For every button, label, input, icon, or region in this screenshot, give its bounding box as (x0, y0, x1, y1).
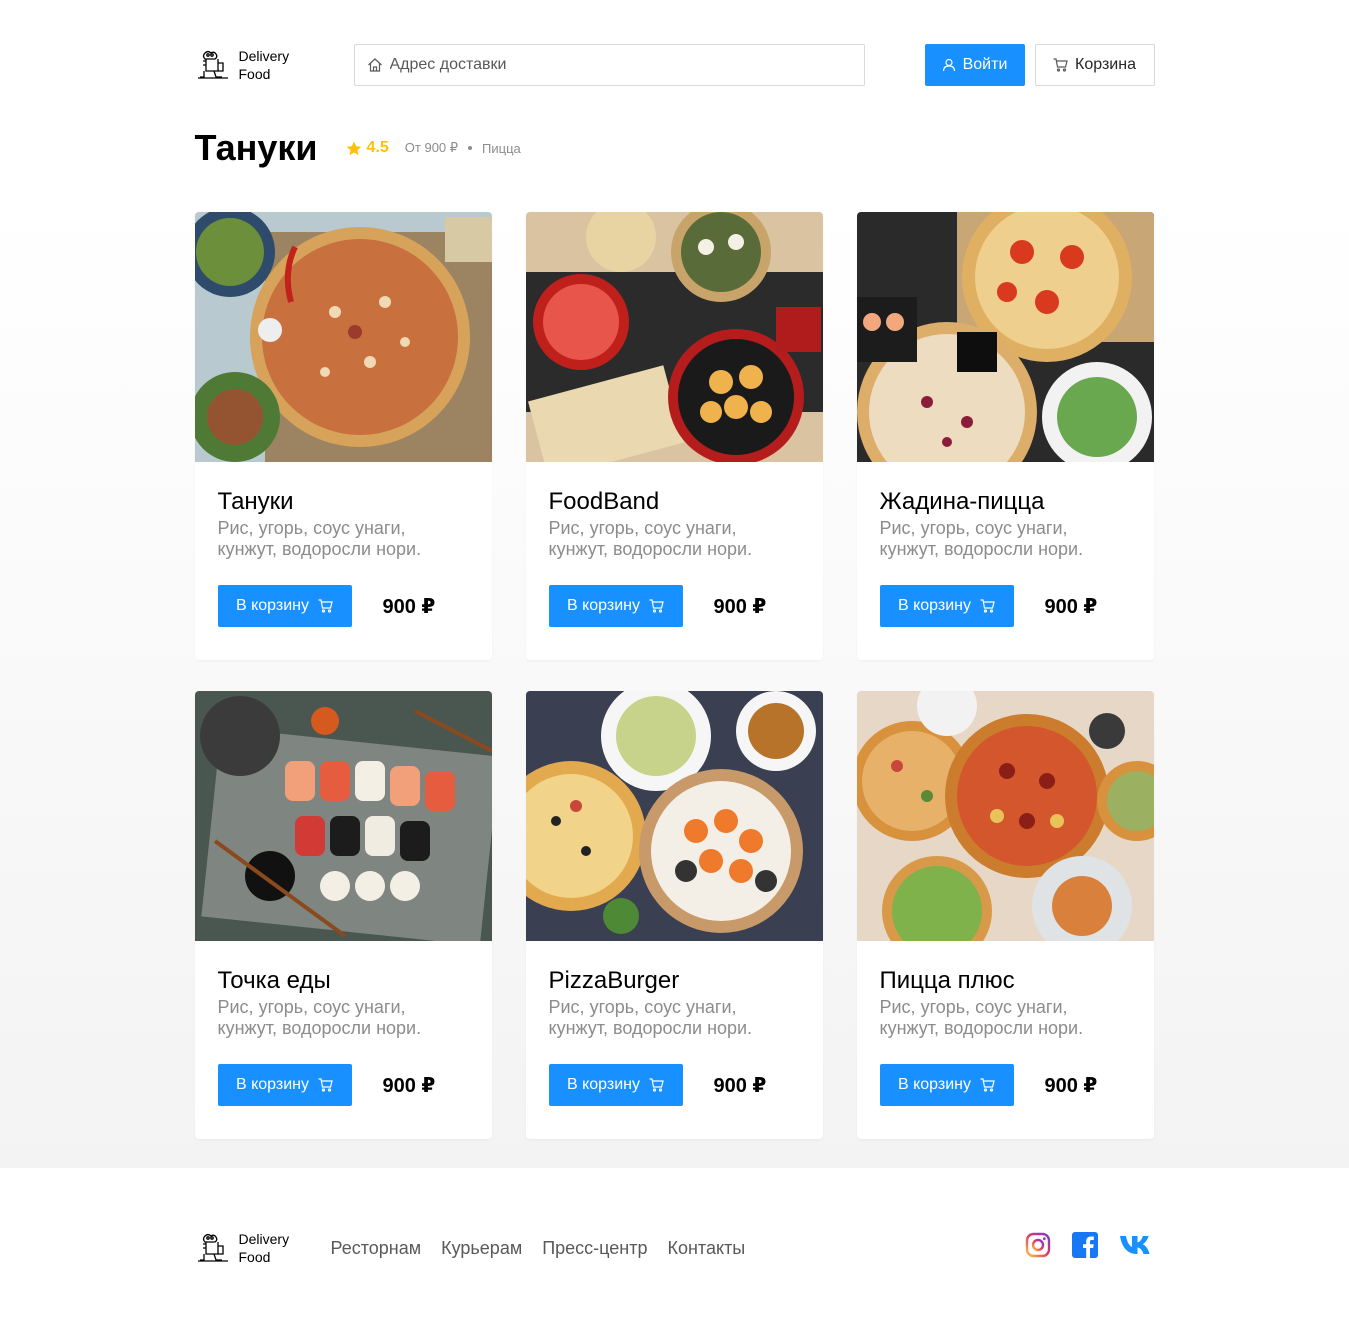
cart-button-label: Корзина (1075, 56, 1136, 73)
card-price: 900 ₽ (1044, 1074, 1098, 1097)
pizzas-photo (856, 691, 1154, 941)
address-field[interactable] (353, 44, 865, 86)
logo-text-line2: Food (238, 1249, 271, 1265)
price-from: От 900 ₽ (404, 140, 459, 155)
shopping-cart-icon (649, 1078, 664, 1092)
card-description: Рис, угорь, соус унаги, кунжут, водоросл… (548, 518, 753, 559)
logo-text-line1: Delivery (238, 1231, 290, 1247)
shopping-cart-icon (980, 599, 995, 613)
card-description: Рис, угорь, соус унаги, кунжут, водоросл… (879, 997, 1084, 1038)
pizza-sushi-photo (856, 212, 1154, 462)
card-description: Рис, угорь, соус унаги, кунжут, водоросл… (548, 997, 753, 1038)
product-card: FoodBand Рис, угорь, соус унаги, кунжут,… (525, 212, 823, 660)
shopping-cart-icon (649, 599, 664, 613)
product-card: Пицца плюс Рис, угорь, соус унаги, кунжу… (856, 691, 1154, 1139)
restaurant-title: Тануки (194, 127, 318, 168)
card-description: Рис, угорь, соус унаги, кунжут, водоросл… (217, 997, 422, 1038)
vk-icon[interactable] (1119, 1234, 1155, 1261)
product-card: Точка еды Рис, угорь, соус унаги, кунжут… (194, 691, 492, 1139)
card-title: Точка еды (217, 967, 331, 994)
logo[interactable]: Delivery Food (195, 44, 299, 86)
card-price: 900 ₽ (713, 595, 767, 618)
pizza-rolls-photo (525, 691, 823, 941)
login-button[interactable]: Войти (924, 44, 1025, 86)
shopping-cart-icon (1053, 58, 1068, 72)
add-to-cart-button[interactable]: В корзину (548, 1064, 683, 1106)
cart-button[interactable]: Корзина (1034, 44, 1155, 86)
shopping-cart-icon (318, 599, 333, 613)
product-card: Тануки Рис, угорь, соус унаги, кунжут, в… (194, 212, 492, 660)
card-title: PizzaBurger (548, 967, 680, 994)
user-icon (942, 58, 955, 72)
star-icon (346, 141, 361, 155)
shopping-cart-icon (980, 1078, 995, 1092)
add-to-cart-label: В корзину (897, 597, 972, 614)
logo-text-line2: Food (238, 66, 271, 82)
add-to-cart-button[interactable]: В корзину (879, 585, 1014, 627)
add-to-cart-label: В корзину (566, 1076, 641, 1093)
logo-text-line1: Delivery (238, 48, 290, 64)
add-to-cart-label: В корзину (897, 1076, 972, 1093)
add-to-cart-label: В корзину (235, 597, 310, 614)
card-title: Пицца плюс (879, 967, 1015, 994)
footer-links: Ресторнам Курьерам Пресс-центр Контакты (331, 1238, 766, 1258)
separator-dot (468, 146, 473, 150)
card-price: 900 ₽ (382, 595, 436, 618)
home-icon (367, 58, 382, 72)
footer-link-restaurants[interactable]: Ресторнам (331, 1238, 422, 1258)
add-to-cart-label: В корзину (566, 597, 641, 614)
delivery-logo-icon (197, 50, 228, 79)
card-title: Жадина-пицца (879, 488, 1045, 515)
address-input[interactable] (389, 56, 850, 74)
footer-link-couriers[interactable]: Курьерам (441, 1238, 522, 1258)
card-title: Тануки (217, 488, 294, 515)
dim-sum-photo (525, 212, 823, 462)
add-to-cart-button[interactable]: В корзину (217, 585, 352, 627)
add-to-cart-button[interactable]: В корзину (879, 1064, 1014, 1106)
footer-link-press[interactable]: Пресс-центр (542, 1238, 647, 1258)
card-price: 900 ₽ (713, 1074, 767, 1097)
card-price: 900 ₽ (382, 1074, 436, 1097)
category: Пицца (482, 140, 521, 156)
facebook-icon[interactable] (1071, 1232, 1098, 1263)
social-links (1004, 1232, 1155, 1263)
add-to-cart-button[interactable]: В корзину (548, 585, 683, 627)
shopping-cart-icon (318, 1078, 333, 1092)
footer-link-contacts[interactable]: Контакты (668, 1238, 746, 1258)
add-to-cart-button[interactable]: В корзину (217, 1064, 352, 1106)
rating-value: 4.5 (366, 139, 389, 156)
card-description: Рис, угорь, соус унаги, кунжут, водоросл… (879, 518, 1084, 559)
restaurant-heading: Тануки 4.5 От 900 ₽ Пицца (195, 126, 521, 170)
card-price: 900 ₽ (1044, 595, 1098, 618)
rating: 4.5 (346, 139, 389, 157)
delivery-logo-icon (197, 1233, 228, 1262)
sushi-set-photo (194, 691, 492, 941)
add-to-cart-label: В корзину (235, 1076, 310, 1093)
footer-logo[interactable]: Delivery Food (195, 1228, 299, 1268)
card-title: FoodBand (548, 488, 660, 515)
product-card: PizzaBurger Рис, угорь, соус унаги, кунж… (525, 691, 823, 1139)
product-card: Жадина-пицца Рис, угорь, соус унаги, кун… (856, 212, 1154, 660)
footer: Delivery Food Ресторнам Курьерам Пресс-ц… (0, 1168, 1349, 1326)
login-button-label: Войти (962, 56, 1008, 73)
pizza-table-photo (194, 212, 492, 462)
header: Delivery Food Войти Корзина (195, 44, 1155, 86)
card-description: Рис, угорь, соус унаги, кунжут, водоросл… (217, 518, 422, 559)
instagram-icon[interactable] (1025, 1232, 1051, 1263)
